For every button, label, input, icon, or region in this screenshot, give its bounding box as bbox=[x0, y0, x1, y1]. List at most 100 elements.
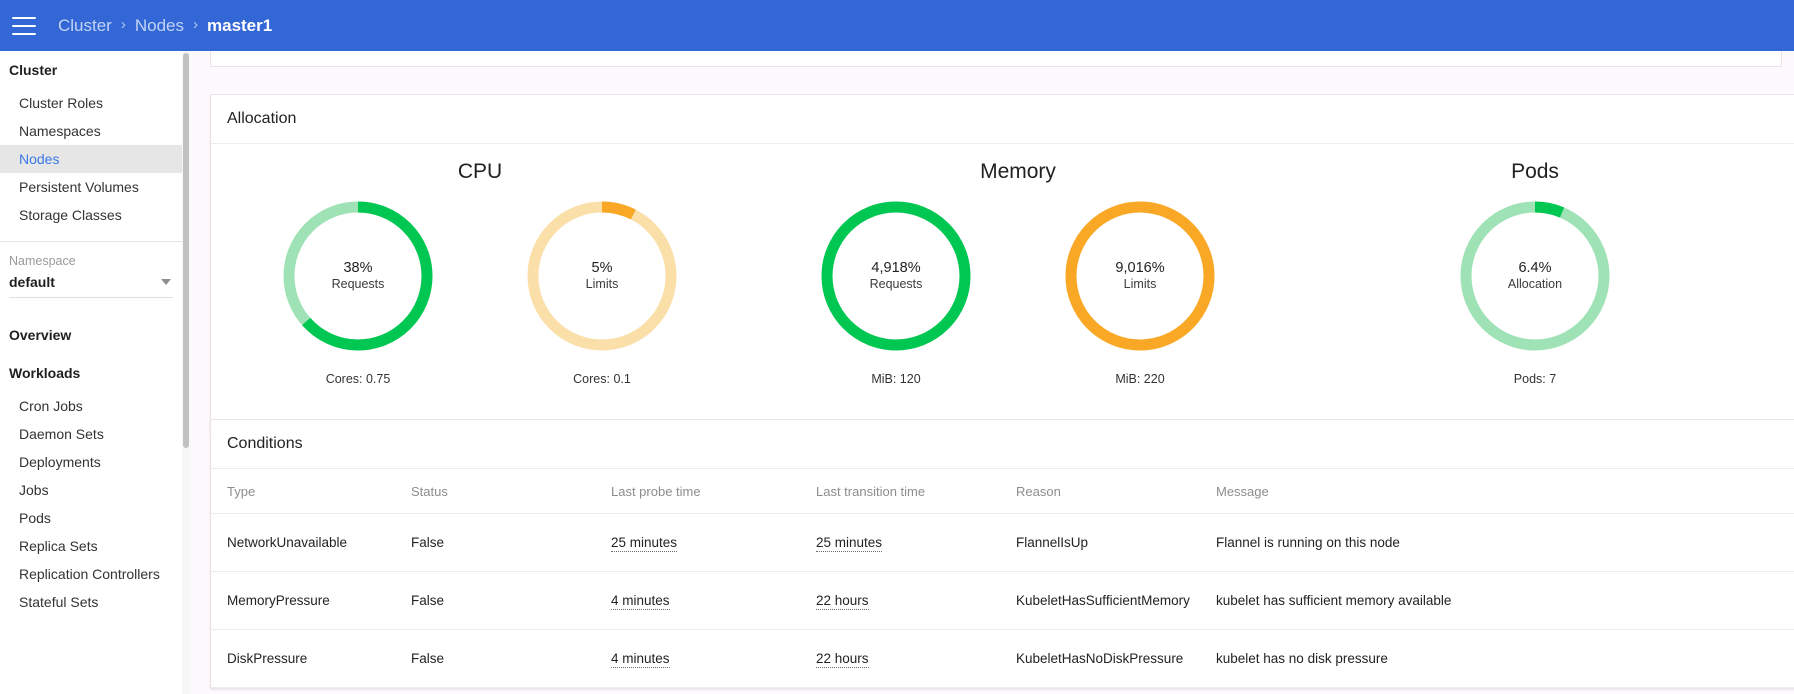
donut-cpu-requests: 38% Requests Cores: 0.75 bbox=[258, 198, 458, 386]
column-header-status[interactable]: Status bbox=[411, 469, 611, 514]
donut-chart[interactable]: 4,918% Requests bbox=[818, 198, 974, 354]
sidebar-scrollbar-thumb[interactable] bbox=[183, 53, 189, 448]
sidebar-item-label: Nodes bbox=[19, 151, 60, 167]
sidebar-item-stateful-sets[interactable]: Stateful Sets bbox=[0, 588, 182, 616]
donut-svg bbox=[1065, 201, 1215, 351]
column-header-last-probe-time[interactable]: Last probe time bbox=[611, 469, 816, 514]
column-header-reason[interactable]: Reason bbox=[1016, 469, 1216, 514]
cell-status: False bbox=[411, 629, 611, 688]
donut-chart[interactable]: 38% Requests bbox=[280, 198, 436, 354]
sidebar-item-label: Deployments bbox=[19, 454, 101, 470]
donut-footer: MiB: 120 bbox=[871, 372, 921, 386]
top-app-bar: Cluster › Nodes › master1 bbox=[0, 0, 1794, 51]
cell-last-probe-time: 4 minutes bbox=[611, 571, 816, 630]
donut-footer: Cores: 0.75 bbox=[325, 372, 391, 386]
chevron-right-icon: › bbox=[193, 16, 198, 33]
sidebar-item-deployments[interactable]: Deployments bbox=[0, 448, 182, 476]
sidebar-item-label: Cluster Roles bbox=[19, 95, 104, 111]
sidebar-item-label: Namespaces bbox=[19, 123, 101, 139]
column-header-last-transition-time[interactable]: Last transition time bbox=[816, 469, 1016, 514]
cell-type: NetworkUnavailable bbox=[211, 513, 411, 572]
sidebar-item-label: Stateful Sets bbox=[19, 594, 99, 610]
cell-message: kubelet has sufficient memory available bbox=[1216, 571, 1794, 630]
allocation-title: Allocation bbox=[211, 95, 1794, 144]
sidebar-section-cluster: Cluster bbox=[9, 62, 58, 78]
namespace-select[interactable]: default bbox=[9, 274, 173, 298]
allocation-group-memory: Memory 4,918% Requests MiB: 120 9,016% L… bbox=[749, 144, 1287, 434]
sidebar-item-namespaces[interactable]: Namespaces bbox=[0, 117, 182, 145]
table-row[interactable]: MemoryPressure False 4 minutes 22 hours … bbox=[211, 571, 1794, 630]
column-header-type[interactable]: Type bbox=[211, 469, 411, 514]
sidebar-item-pods[interactable]: Pods bbox=[0, 504, 182, 532]
allocation-card: Allocation CPU 38% Requests Cores: 0.75 … bbox=[210, 94, 1794, 435]
sidebar-scrollbar[interactable] bbox=[182, 51, 190, 694]
namespace-selected-value: default bbox=[9, 274, 55, 290]
conditions-table: Type Status Last probe time Last transit… bbox=[211, 469, 1794, 688]
breadcrumb-item-nodes[interactable]: Nodes bbox=[135, 16, 184, 36]
sidebar-item-label: Replica Sets bbox=[19, 538, 98, 554]
namespace-label: Namespace bbox=[9, 254, 76, 268]
sidebar-content: Cluster Cluster Roles Namespaces Nodes P… bbox=[0, 51, 182, 616]
relative-time[interactable]: 22 hours bbox=[816, 593, 869, 610]
sidebar-item-replica-sets[interactable]: Replica Sets bbox=[0, 532, 182, 560]
breadcrumb: Cluster › Nodes › master1 bbox=[58, 16, 272, 36]
cell-type: DiskPressure bbox=[211, 629, 411, 688]
relative-time[interactable]: 22 hours bbox=[816, 651, 869, 668]
cell-reason: KubeletHasNoDiskPressure bbox=[1016, 629, 1216, 688]
chevron-right-icon: › bbox=[120, 16, 126, 33]
cell-status: False bbox=[411, 513, 611, 572]
cpu-donut-row: 38% Requests Cores: 0.75 5% Limits Cores… bbox=[211, 198, 749, 386]
hamburger-menu-icon[interactable] bbox=[12, 16, 36, 35]
sidebar-item-label: Cron Jobs bbox=[19, 398, 83, 414]
sidebar-item-storage-classes[interactable]: Storage Classes bbox=[0, 201, 182, 229]
sidebar-item-daemon-sets[interactable]: Daemon Sets bbox=[0, 420, 182, 448]
table-header-row: Type Status Last probe time Last transit… bbox=[211, 469, 1794, 514]
donut-chart[interactable]: 9,016% Limits bbox=[1062, 198, 1218, 354]
conditions-table-body: NetworkUnavailable False 25 minutes 25 m… bbox=[211, 513, 1794, 688]
sidebar-section-overview[interactable]: Overview bbox=[0, 316, 182, 354]
donut-svg bbox=[527, 201, 677, 351]
donut-footer: MiB: 220 bbox=[1115, 372, 1165, 386]
sidebar: Cluster Cluster Roles Namespaces Nodes P… bbox=[0, 51, 190, 694]
relative-time[interactable]: 4 minutes bbox=[611, 651, 670, 668]
donut-svg bbox=[821, 201, 971, 351]
sidebar-item-label: Pods bbox=[19, 510, 51, 526]
sidebar-section-workloads: Workloads bbox=[9, 365, 81, 381]
cell-status: False bbox=[411, 571, 611, 630]
pods-donut-row: 6.4% Allocation Pods: 7 bbox=[1287, 198, 1783, 386]
cell-reason: KubeletHasSufficientMemory bbox=[1016, 571, 1216, 630]
donut-chart[interactable]: 6.4% Allocation bbox=[1457, 198, 1613, 354]
cell-last-probe-time: 4 minutes bbox=[611, 629, 816, 688]
table-row[interactable]: NetworkUnavailable False 25 minutes 25 m… bbox=[211, 513, 1794, 572]
relative-time[interactable]: 25 minutes bbox=[816, 535, 883, 552]
cell-message: Flannel is running on this node bbox=[1216, 513, 1794, 572]
donut-pods-allocation: 6.4% Allocation Pods: 7 bbox=[1435, 198, 1635, 386]
sidebar-item-persistent-volumes[interactable]: Persistent Volumes bbox=[0, 173, 182, 201]
relative-time[interactable]: 25 minutes bbox=[611, 535, 678, 552]
sidebar-item-replication-controllers[interactable]: Replication Controllers bbox=[0, 560, 182, 588]
donut-chart[interactable]: 5% Limits bbox=[524, 198, 680, 354]
cell-message: kubelet has no disk pressure bbox=[1216, 629, 1794, 688]
sidebar-item-cron-jobs[interactable]: Cron Jobs bbox=[0, 392, 182, 420]
sidebar-item-label: Daemon Sets bbox=[19, 426, 104, 442]
sidebar-item-cluster-roles[interactable]: Cluster Roles bbox=[0, 89, 182, 117]
donut-arc bbox=[821, 201, 971, 351]
sidebar-item-label: Jobs bbox=[19, 482, 49, 498]
donut-memory-limits: 9,016% Limits MiB: 220 bbox=[1040, 198, 1240, 386]
table-row[interactable]: DiskPressure False 4 minutes 22 hours Ku… bbox=[211, 629, 1794, 688]
sidebar-item-jobs[interactable]: Jobs bbox=[0, 476, 182, 504]
sidebar-item-label: Replication Controllers bbox=[19, 566, 160, 582]
donut-arc bbox=[1065, 201, 1215, 351]
group-heading-cpu: CPU bbox=[457, 160, 503, 183]
sidebar-item-nodes[interactable]: Nodes bbox=[0, 145, 182, 173]
group-heading-memory: Memory bbox=[980, 160, 1056, 183]
allocation-group-pods: Pods 6.4% Allocation Pods: 7 bbox=[1287, 144, 1783, 434]
cell-last-transition-time: 25 minutes bbox=[816, 513, 1016, 572]
donut-footer: Pods: 7 bbox=[1513, 372, 1557, 386]
conditions-table-head: Type Status Last probe time Last transit… bbox=[211, 469, 1794, 514]
column-header-message[interactable]: Message bbox=[1216, 469, 1794, 514]
breadcrumb-item-cluster[interactable]: Cluster bbox=[58, 16, 112, 36]
donut-track bbox=[1460, 201, 1610, 351]
relative-time[interactable]: 4 minutes bbox=[611, 593, 670, 610]
cell-last-probe-time: 25 minutes bbox=[611, 513, 816, 572]
